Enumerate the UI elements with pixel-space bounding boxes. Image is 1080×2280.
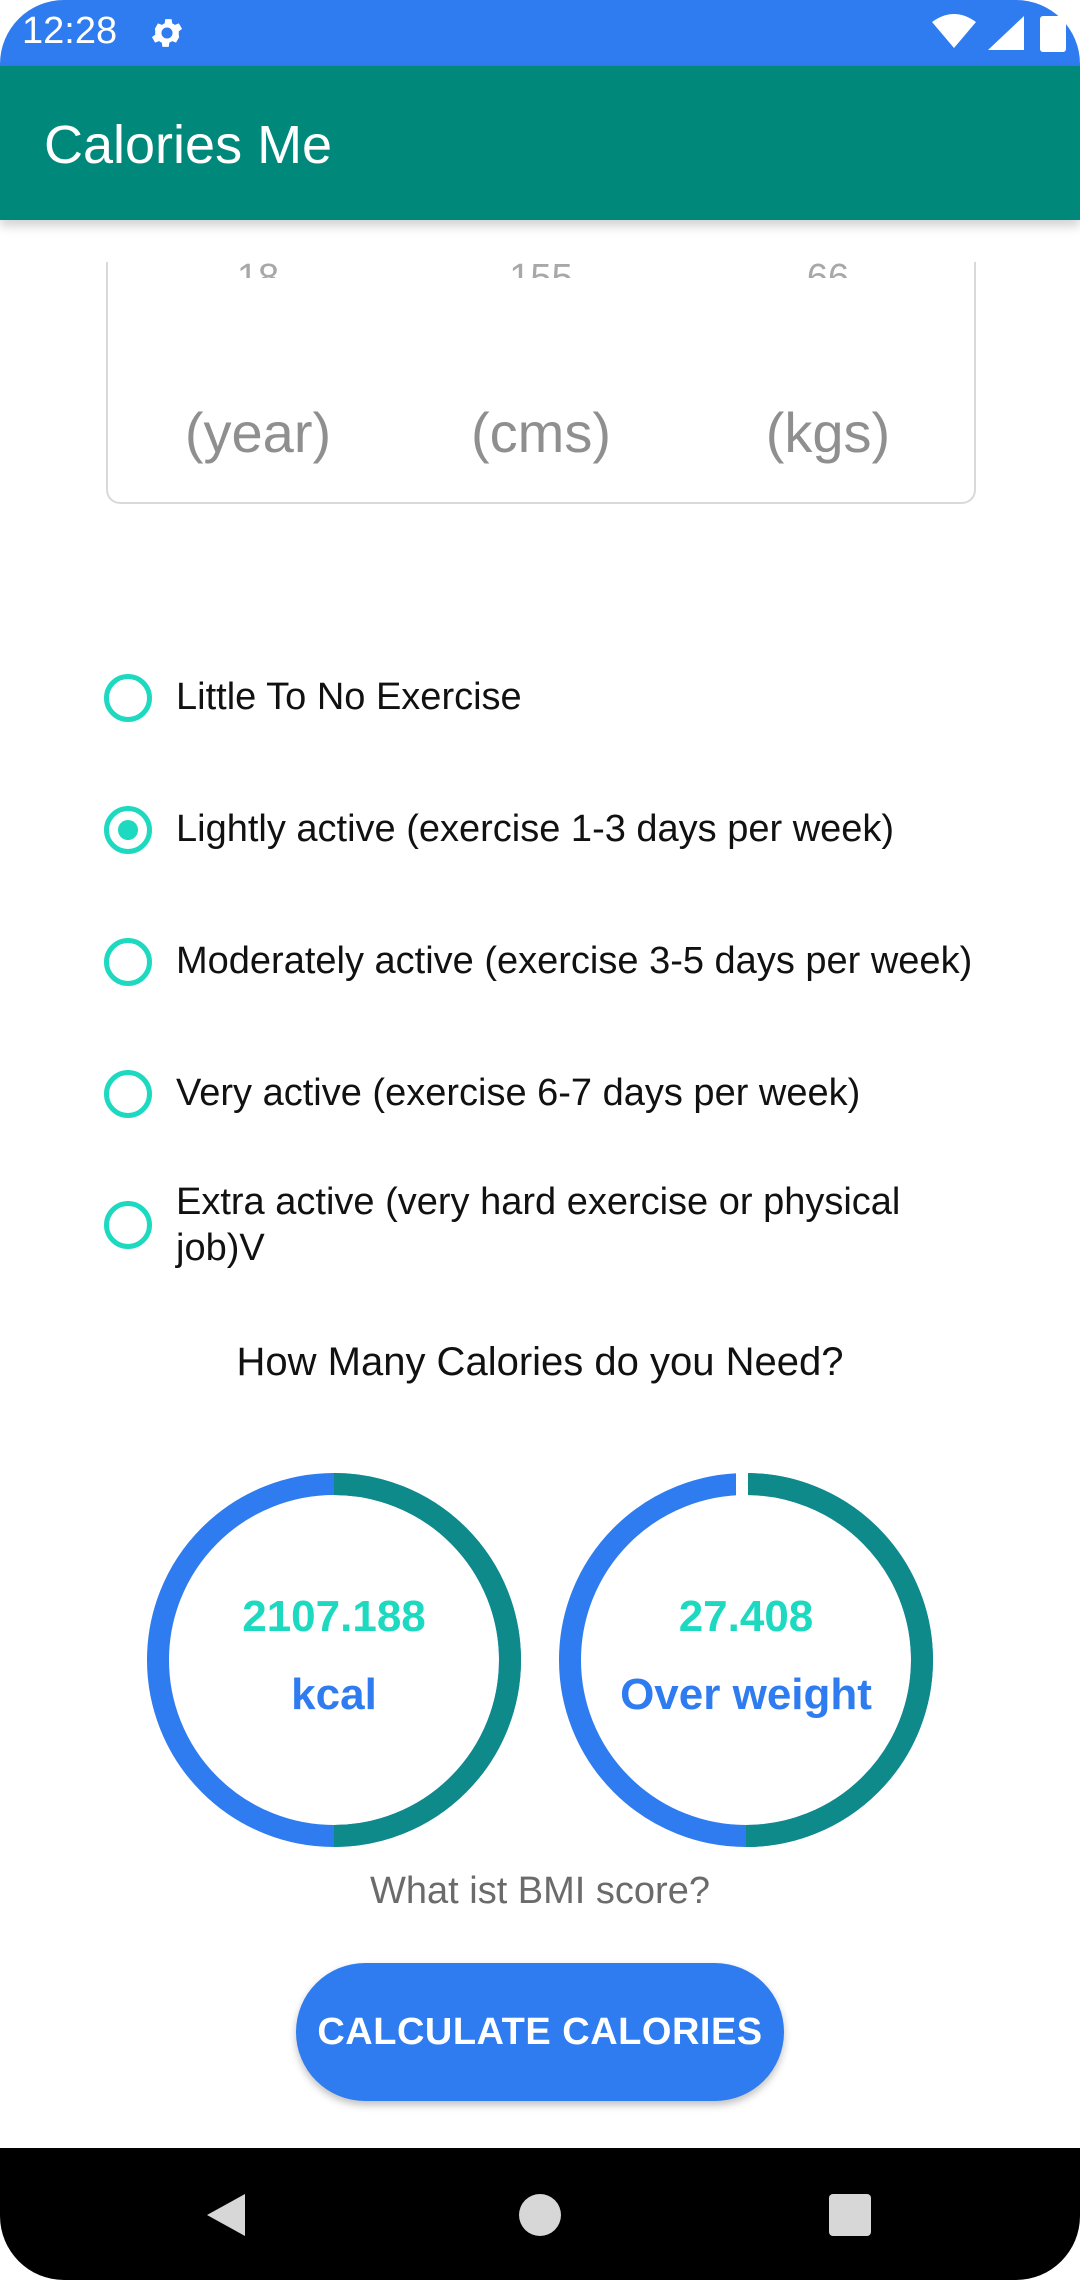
age-picker-value[interactable]: 18 <box>158 248 358 278</box>
bmi-ring-gap <box>736 1472 748 1496</box>
calories-ring-graphic <box>147 1473 521 1847</box>
weight-unit-label: (kgs) <box>765 401 891 464</box>
weight-picker-value[interactable]: 66 <box>728 248 928 278</box>
status-icons <box>932 14 1066 52</box>
back-icon[interactable] <box>205 2192 247 2238</box>
age-unit-label: (year) <box>184 401 332 464</box>
radio-button[interactable] <box>104 1070 152 1118</box>
radio-label: Moderately active (exercise 3-5 days per… <box>176 940 973 982</box>
calories-ring-arc <box>333 1473 521 1847</box>
bmi-ring-arc <box>745 1473 933 1847</box>
calories-value: 2107.188 <box>242 1592 426 1641</box>
status-time: 12:28 <box>22 10 118 52</box>
bmi-caption: What ist BMI score? <box>370 1870 710 1912</box>
body-metrics-card: 18 155 66 (year) (cms) (kgs) <box>106 257 976 504</box>
bmi-value: 27.408 <box>678 1592 814 1641</box>
radio-label: Extra active (very hard exercise or phys… <box>176 1181 901 1269</box>
bmi-category: Over weight <box>620 1670 872 1719</box>
radio-button[interactable] <box>104 938 152 986</box>
cell-signal-icon <box>988 16 1024 50</box>
home-icon[interactable] <box>519 2194 561 2236</box>
calories-progress-ring: 2107.188 kcal <box>144 1470 524 1850</box>
height-picker-value[interactable]: 155 <box>441 248 641 278</box>
calories-unit: kcal <box>291 1670 377 1719</box>
calculate-calories-button[interactable]: CALCULATE CALORIES <box>296 1963 784 2101</box>
battery-icon <box>1040 16 1066 52</box>
calories-section-title: How Many Calories do you Need? <box>236 1340 844 1384</box>
radio-label: Little To No Exercise <box>176 676 522 718</box>
status-bar: 12:28 <box>0 0 1080 66</box>
radio-label: Very active (exercise 6-7 days per week) <box>176 1072 861 1114</box>
bmi-progress-ring: 27.408 Over weight <box>556 1470 936 1850</box>
radio-button[interactable] <box>104 674 152 722</box>
wifi-icon <box>932 14 976 48</box>
app-bar: Calories Me <box>0 66 1080 220</box>
radio-label: Lightly active (exercise 1-3 days per we… <box>176 808 895 850</box>
gear-icon <box>151 19 183 47</box>
radio-button[interactable] <box>104 806 152 854</box>
app-title: Calories Me <box>44 115 333 175</box>
height-unit-label: (cms) <box>471 401 611 464</box>
recent-apps-icon[interactable] <box>829 2194 871 2236</box>
bmi-ring-graphic <box>559 1472 933 1847</box>
radio-button[interactable] <box>104 1201 152 1249</box>
system-navigation-bar <box>0 2148 1080 2280</box>
